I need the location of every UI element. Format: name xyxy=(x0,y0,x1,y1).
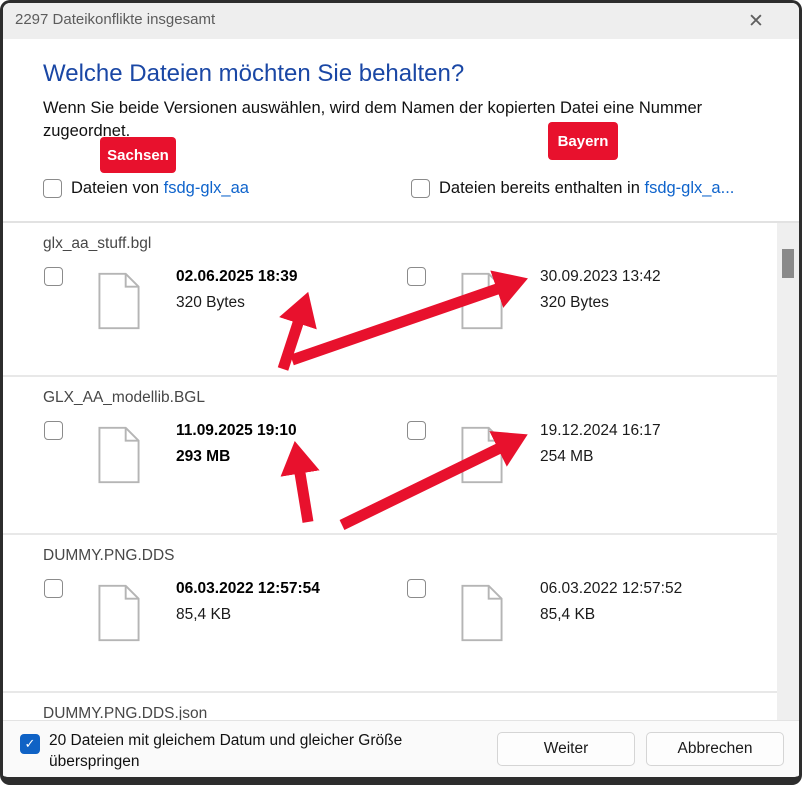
page-title: Welche Dateien möchten Sie behalten? xyxy=(43,60,464,88)
skip-equal-files-checkbox[interactable]: ✓ xyxy=(20,734,40,754)
target-version-meta: 19.12.2024 16:17 254 MB xyxy=(540,421,661,467)
source-version-checkbox[interactable] xyxy=(44,579,63,598)
title-bar: 2297 Dateikonflikte insgesamt ✕ xyxy=(3,3,799,39)
skip-equal-files-row: ✓ 20 Dateien mit gleichem Datum und glei… xyxy=(20,730,450,772)
select-all-target-checkbox[interactable] xyxy=(411,179,430,198)
conflict-row: GLX_AA_modellib.BGL 11.09.2025 19:10 293… xyxy=(3,377,778,535)
source-version-meta: 02.06.2025 18:39 320 Bytes xyxy=(176,267,298,313)
source-date: 06.03.2022 12:57:54 xyxy=(176,579,320,599)
target-folder-link[interactable]: fsdg-glx_a... xyxy=(644,179,734,197)
source-version-panel: 11.09.2025 19:10 293 MB xyxy=(44,377,374,533)
target-date: 30.09.2023 13:42 xyxy=(540,267,661,287)
target-size: 85,4 KB xyxy=(540,605,682,625)
file-icon xyxy=(461,426,503,484)
target-version-meta: 06.03.2022 12:57:52 85,4 KB xyxy=(540,579,682,625)
source-size: 320 Bytes xyxy=(176,293,298,313)
target-size: 320 Bytes xyxy=(540,293,661,313)
source-version-checkbox[interactable] xyxy=(44,267,63,286)
select-all-target-label: Dateien bereits enthalten in fsdg-glx_a.… xyxy=(439,179,734,198)
conflict-rows: glx_aa_stuff.bgl 02.06.2025 18:39 320 By… xyxy=(3,223,799,723)
source-version-panel: 02.06.2025 18:39 320 Bytes xyxy=(44,223,374,375)
select-all-source-label: Dateien von fsdg-glx_aa xyxy=(71,179,249,198)
target-version-checkbox[interactable] xyxy=(407,579,426,598)
source-version-meta: 06.03.2022 12:57:54 85,4 KB xyxy=(176,579,320,625)
annotation-label-bayern: Bayern xyxy=(548,122,618,160)
next-button[interactable]: Weiter xyxy=(497,732,635,766)
source-size: 85,4 KB xyxy=(176,605,320,625)
file-icon xyxy=(461,272,503,330)
source-folder-link[interactable]: fsdg-glx_aa xyxy=(164,179,249,197)
file-icon xyxy=(98,272,140,330)
scrollbar-track[interactable] xyxy=(777,223,799,723)
conflict-row: DUMMY.PNG.DDS 06.03.2022 12:57:54 85,4 K… xyxy=(3,535,778,693)
select-all-source-row: Dateien von fsdg-glx_aa xyxy=(43,179,249,198)
target-version-panel: 30.09.2023 13:42 320 Bytes xyxy=(407,223,737,375)
close-icon[interactable]: ✕ xyxy=(743,8,769,34)
target-date: 19.12.2024 16:17 xyxy=(540,421,661,441)
file-conflict-dialog: 2297 Dateikonflikte insgesamt ✕ Welche D… xyxy=(0,0,802,785)
source-date: 11.09.2025 19:10 xyxy=(176,421,297,441)
conflict-row: glx_aa_stuff.bgl 02.06.2025 18:39 320 By… xyxy=(3,223,778,377)
target-version-panel: 19.12.2024 16:17 254 MB xyxy=(407,377,737,533)
screen: 2297 Dateikonflikte insgesamt ✕ Welche D… xyxy=(0,0,802,785)
source-date: 02.06.2025 18:39 xyxy=(176,267,298,287)
dialog-title: 2297 Dateikonflikte insgesamt xyxy=(15,11,215,28)
target-version-checkbox[interactable] xyxy=(407,421,426,440)
scrollbar-thumb[interactable] xyxy=(782,249,794,278)
target-version-checkbox[interactable] xyxy=(407,267,426,286)
cancel-button[interactable]: Abbrechen xyxy=(646,732,784,766)
target-version-panel: 06.03.2022 12:57:52 85,4 KB xyxy=(407,535,737,691)
target-date: 06.03.2022 12:57:52 xyxy=(540,579,682,599)
source-version-meta: 11.09.2025 19:10 293 MB xyxy=(176,421,297,467)
source-version-panel: 06.03.2022 12:57:54 85,4 KB xyxy=(44,535,374,691)
select-all-source-checkbox[interactable] xyxy=(43,179,62,198)
source-version-checkbox[interactable] xyxy=(44,421,63,440)
target-version-meta: 30.09.2023 13:42 320 Bytes xyxy=(540,267,661,313)
file-icon xyxy=(98,584,140,642)
select-all-target-row: Dateien bereits enthalten in fsdg-glx_a.… xyxy=(411,179,734,198)
target-size: 254 MB xyxy=(540,447,661,467)
footer-bar: ✓ 20 Dateien mit gleichem Datum und glei… xyxy=(3,720,799,777)
file-icon xyxy=(461,584,503,642)
skip-equal-files-label: 20 Dateien mit gleichem Datum und gleich… xyxy=(49,730,450,772)
source-size: 293 MB xyxy=(176,447,297,467)
conflict-row: DUMMY.PNG.DDS.json xyxy=(3,693,778,723)
file-icon xyxy=(98,426,140,484)
checkmark-icon: ✓ xyxy=(25,736,36,752)
conflict-list: glx_aa_stuff.bgl 02.06.2025 18:39 320 By… xyxy=(3,221,799,723)
annotation-label-sachsen: Sachsen xyxy=(100,137,176,173)
